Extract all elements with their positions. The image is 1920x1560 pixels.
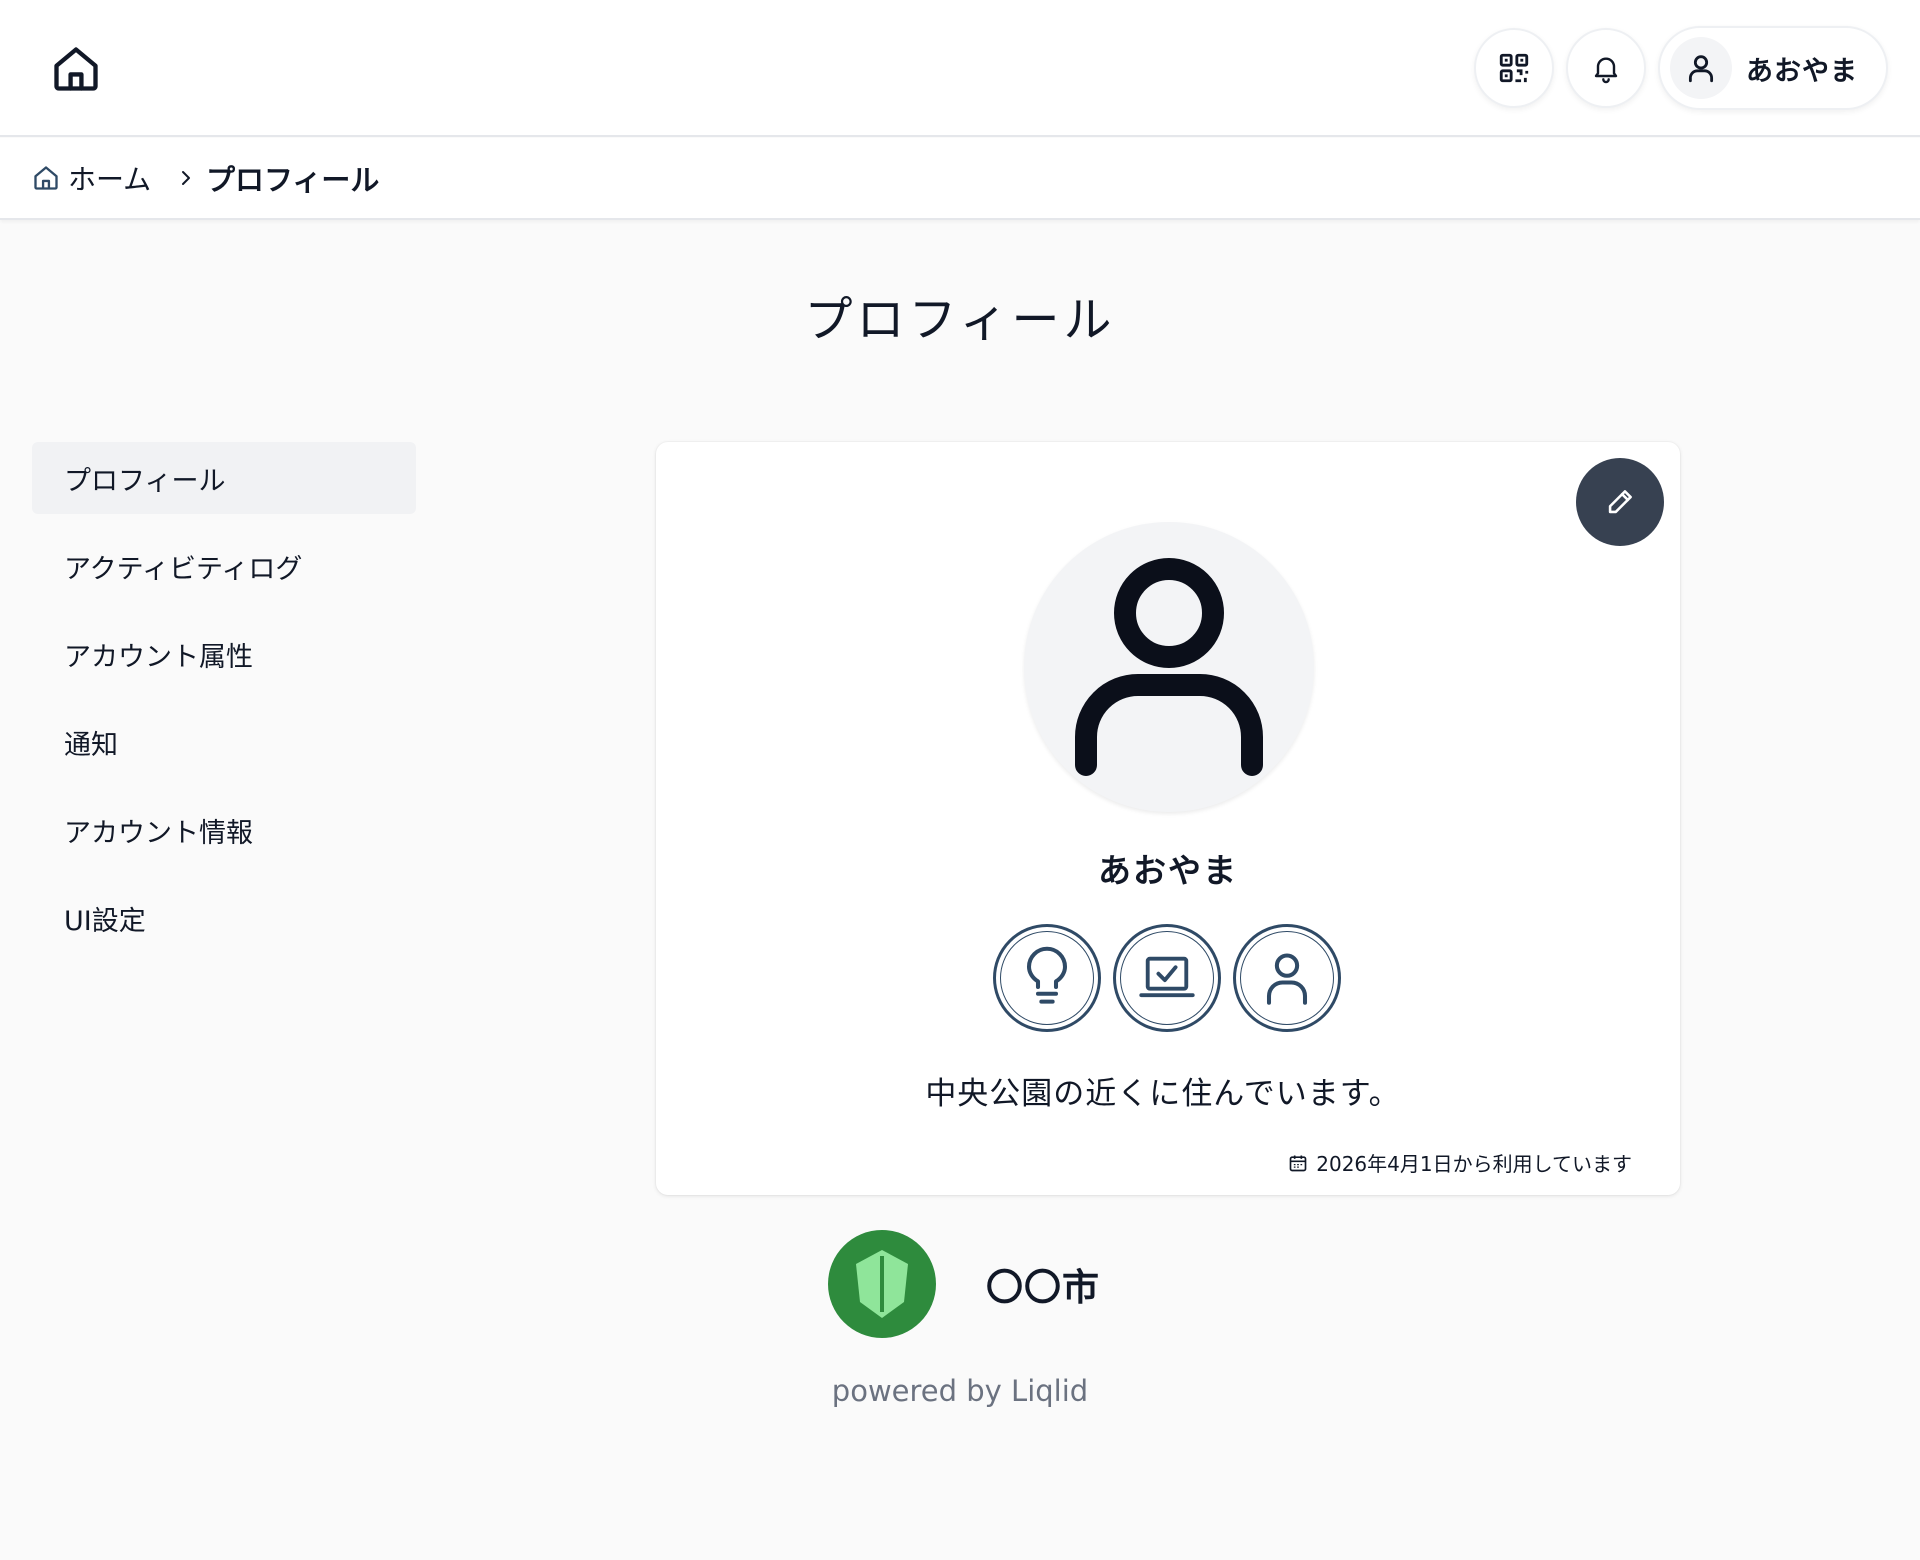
breadcrumb-home-link[interactable]: ホーム <box>32 158 151 198</box>
organization: 〇〇市 <box>828 1230 1100 1338</box>
profile-name: あおやま <box>1098 851 1238 890</box>
user-icon <box>1260 948 1314 1008</box>
badge-laptop-check[interactable] <box>1113 924 1221 1032</box>
profile-avatar <box>1024 522 1314 812</box>
home-icon <box>32 164 60 192</box>
edit-profile-button[interactable] <box>1576 458 1664 546</box>
breadcrumb-home-label: ホーム <box>68 163 152 196</box>
breadcrumb: ホーム プロフィール <box>0 138 1920 220</box>
organization-logo-icon <box>828 1230 936 1338</box>
profile-card: あおやま 中央公園の近くに住んでいます。 2026年4月1日から利用しています <box>656 442 1680 1195</box>
lightbulb-icon <box>1020 946 1074 1010</box>
sidebar-item-account-info[interactable]: アカウント情報 <box>32 794 416 866</box>
sidebar-item-notifications[interactable]: 通知 <box>32 706 416 778</box>
pencil-icon <box>1603 485 1637 519</box>
powered-by-text: powered by Liqlid <box>831 1374 1089 1408</box>
home-icon[interactable] <box>50 43 102 95</box>
user-icon <box>1074 557 1264 777</box>
notifications-button[interactable] <box>1566 28 1646 108</box>
user-icon <box>1688 55 1714 83</box>
top-bar: あおやま <box>0 0 1920 137</box>
laptop-check-icon <box>1137 952 1197 1004</box>
qr-code-button[interactable] <box>1474 28 1554 108</box>
badge-list <box>993 924 1341 1032</box>
chevron-right-icon <box>176 166 196 190</box>
profile-bio: 中央公園の近くに住んでいます。 <box>925 1076 1401 1112</box>
user-menu-button[interactable]: あおやま <box>1658 26 1888 110</box>
member-since-text: 2026年4月1日から利用しています <box>1316 1152 1632 1176</box>
avatar <box>1670 37 1732 99</box>
member-since: 2026年4月1日から利用しています <box>1288 1148 1632 1177</box>
qr-code-icon <box>1497 51 1531 85</box>
badge-user[interactable] <box>1233 924 1341 1032</box>
sidebar-item-account-attributes[interactable]: アカウント属性 <box>32 618 416 690</box>
bell-icon <box>1590 52 1622 84</box>
sidebar-item-ui-settings[interactable]: UI設定 <box>32 882 416 954</box>
sidebar: プロフィール アクティビティログ アカウント属性 通知 アカウント情報 UI設定 <box>32 442 416 970</box>
calendar-icon <box>1288 1153 1308 1173</box>
sidebar-item-profile[interactable]: プロフィール <box>32 442 416 514</box>
organization-name: 〇〇市 <box>986 1266 1100 1309</box>
badge-lightbulb[interactable] <box>993 924 1101 1032</box>
page-title: プロフィール <box>804 292 1116 348</box>
user-name: あおやま <box>1746 55 1858 87</box>
sidebar-item-activity-log[interactable]: アクティビティログ <box>32 530 416 602</box>
breadcrumb-current: プロフィール <box>206 163 380 197</box>
